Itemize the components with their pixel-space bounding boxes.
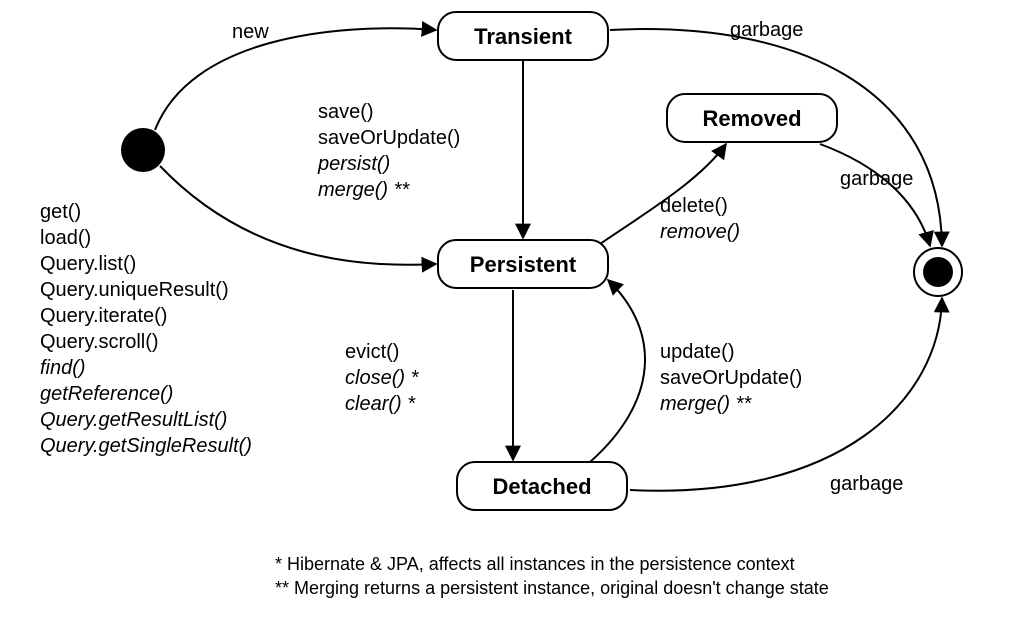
edge-i2p-label-9: Query.getSingleResult() (40, 435, 252, 457)
edge-detached-to-persistent (590, 280, 645, 462)
edge-detached-to-persistent-labels: update() saveOrUpdate() merge() ** (660, 341, 802, 415)
edge-i2p-label-5: Query.scroll() (40, 331, 159, 353)
edge-persistent-to-removed-labels: delete() remove() (660, 195, 740, 243)
state-persistent-label: Persistent (470, 252, 577, 277)
edge-removed-to-final-label: garbage (840, 168, 913, 190)
edge-removed-to-final (820, 144, 930, 246)
edge-transient-to-final-label: garbage (730, 19, 803, 41)
edge-t2p-label-2: persist() (317, 153, 390, 175)
edge-i2p-label-1: load() (40, 227, 91, 249)
edge-t2p-label-1: saveOrUpdate() (318, 127, 460, 149)
state-diagram: Transient Removed Persistent Detached ne… (0, 0, 1024, 627)
edge-p2d-label-1: close() * (345, 367, 420, 389)
state-transient: Transient (438, 12, 608, 60)
state-removed: Removed (667, 94, 837, 142)
edge-p2r-label-1: remove() (660, 221, 740, 243)
edge-d2p-label-0: update() (660, 341, 735, 363)
edge-t2p-label-3: merge() ** (318, 179, 410, 201)
edge-d2p-label-1: saveOrUpdate() (660, 367, 802, 389)
edge-i2p-label-4: Query.iterate() (40, 305, 167, 327)
edge-p2r-label-0: delete() (660, 195, 728, 217)
edge-initial-to-transient-label: new (232, 21, 269, 43)
edge-i2p-label-6: find() (40, 357, 86, 379)
edge-i2p-label-7: getReference() (40, 383, 173, 405)
edge-i2p-label-2: Query.list() (40, 253, 136, 275)
edge-detached-to-final-label: garbage (830, 473, 903, 495)
edge-persistent-to-detached-labels: evict() close() * clear() * (345, 341, 420, 415)
state-detached: Detached (457, 462, 627, 510)
edge-i2p-label-8: Query.getResultList() (40, 409, 227, 431)
edge-d2p-label-2: merge() ** (660, 393, 752, 415)
state-transient-label: Transient (474, 24, 572, 49)
edge-p2d-label-2: clear() * (345, 393, 416, 415)
edge-p2d-label-0: evict() (345, 341, 399, 363)
edge-i2p-label-0: get() (40, 201, 81, 223)
state-persistent: Persistent (438, 240, 608, 288)
edge-initial-to-persistent-labels: get() load() Query.list() Query.uniqueRe… (40, 201, 252, 457)
edge-transient-to-persistent-labels: save() saveOrUpdate() persist() merge() … (317, 101, 460, 201)
footnote-1: * Hibernate & JPA, affects all instances… (275, 554, 795, 574)
initial-state-icon (121, 128, 165, 172)
edge-initial-to-transient (155, 28, 436, 130)
edge-t2p-label-0: save() (318, 101, 374, 123)
edge-i2p-label-3: Query.uniqueResult() (40, 279, 229, 301)
state-removed-label: Removed (702, 106, 801, 131)
state-detached-label: Detached (492, 474, 591, 499)
final-state-icon (914, 248, 962, 296)
footnote-2: ** Merging returns a persistent instance… (275, 578, 829, 598)
